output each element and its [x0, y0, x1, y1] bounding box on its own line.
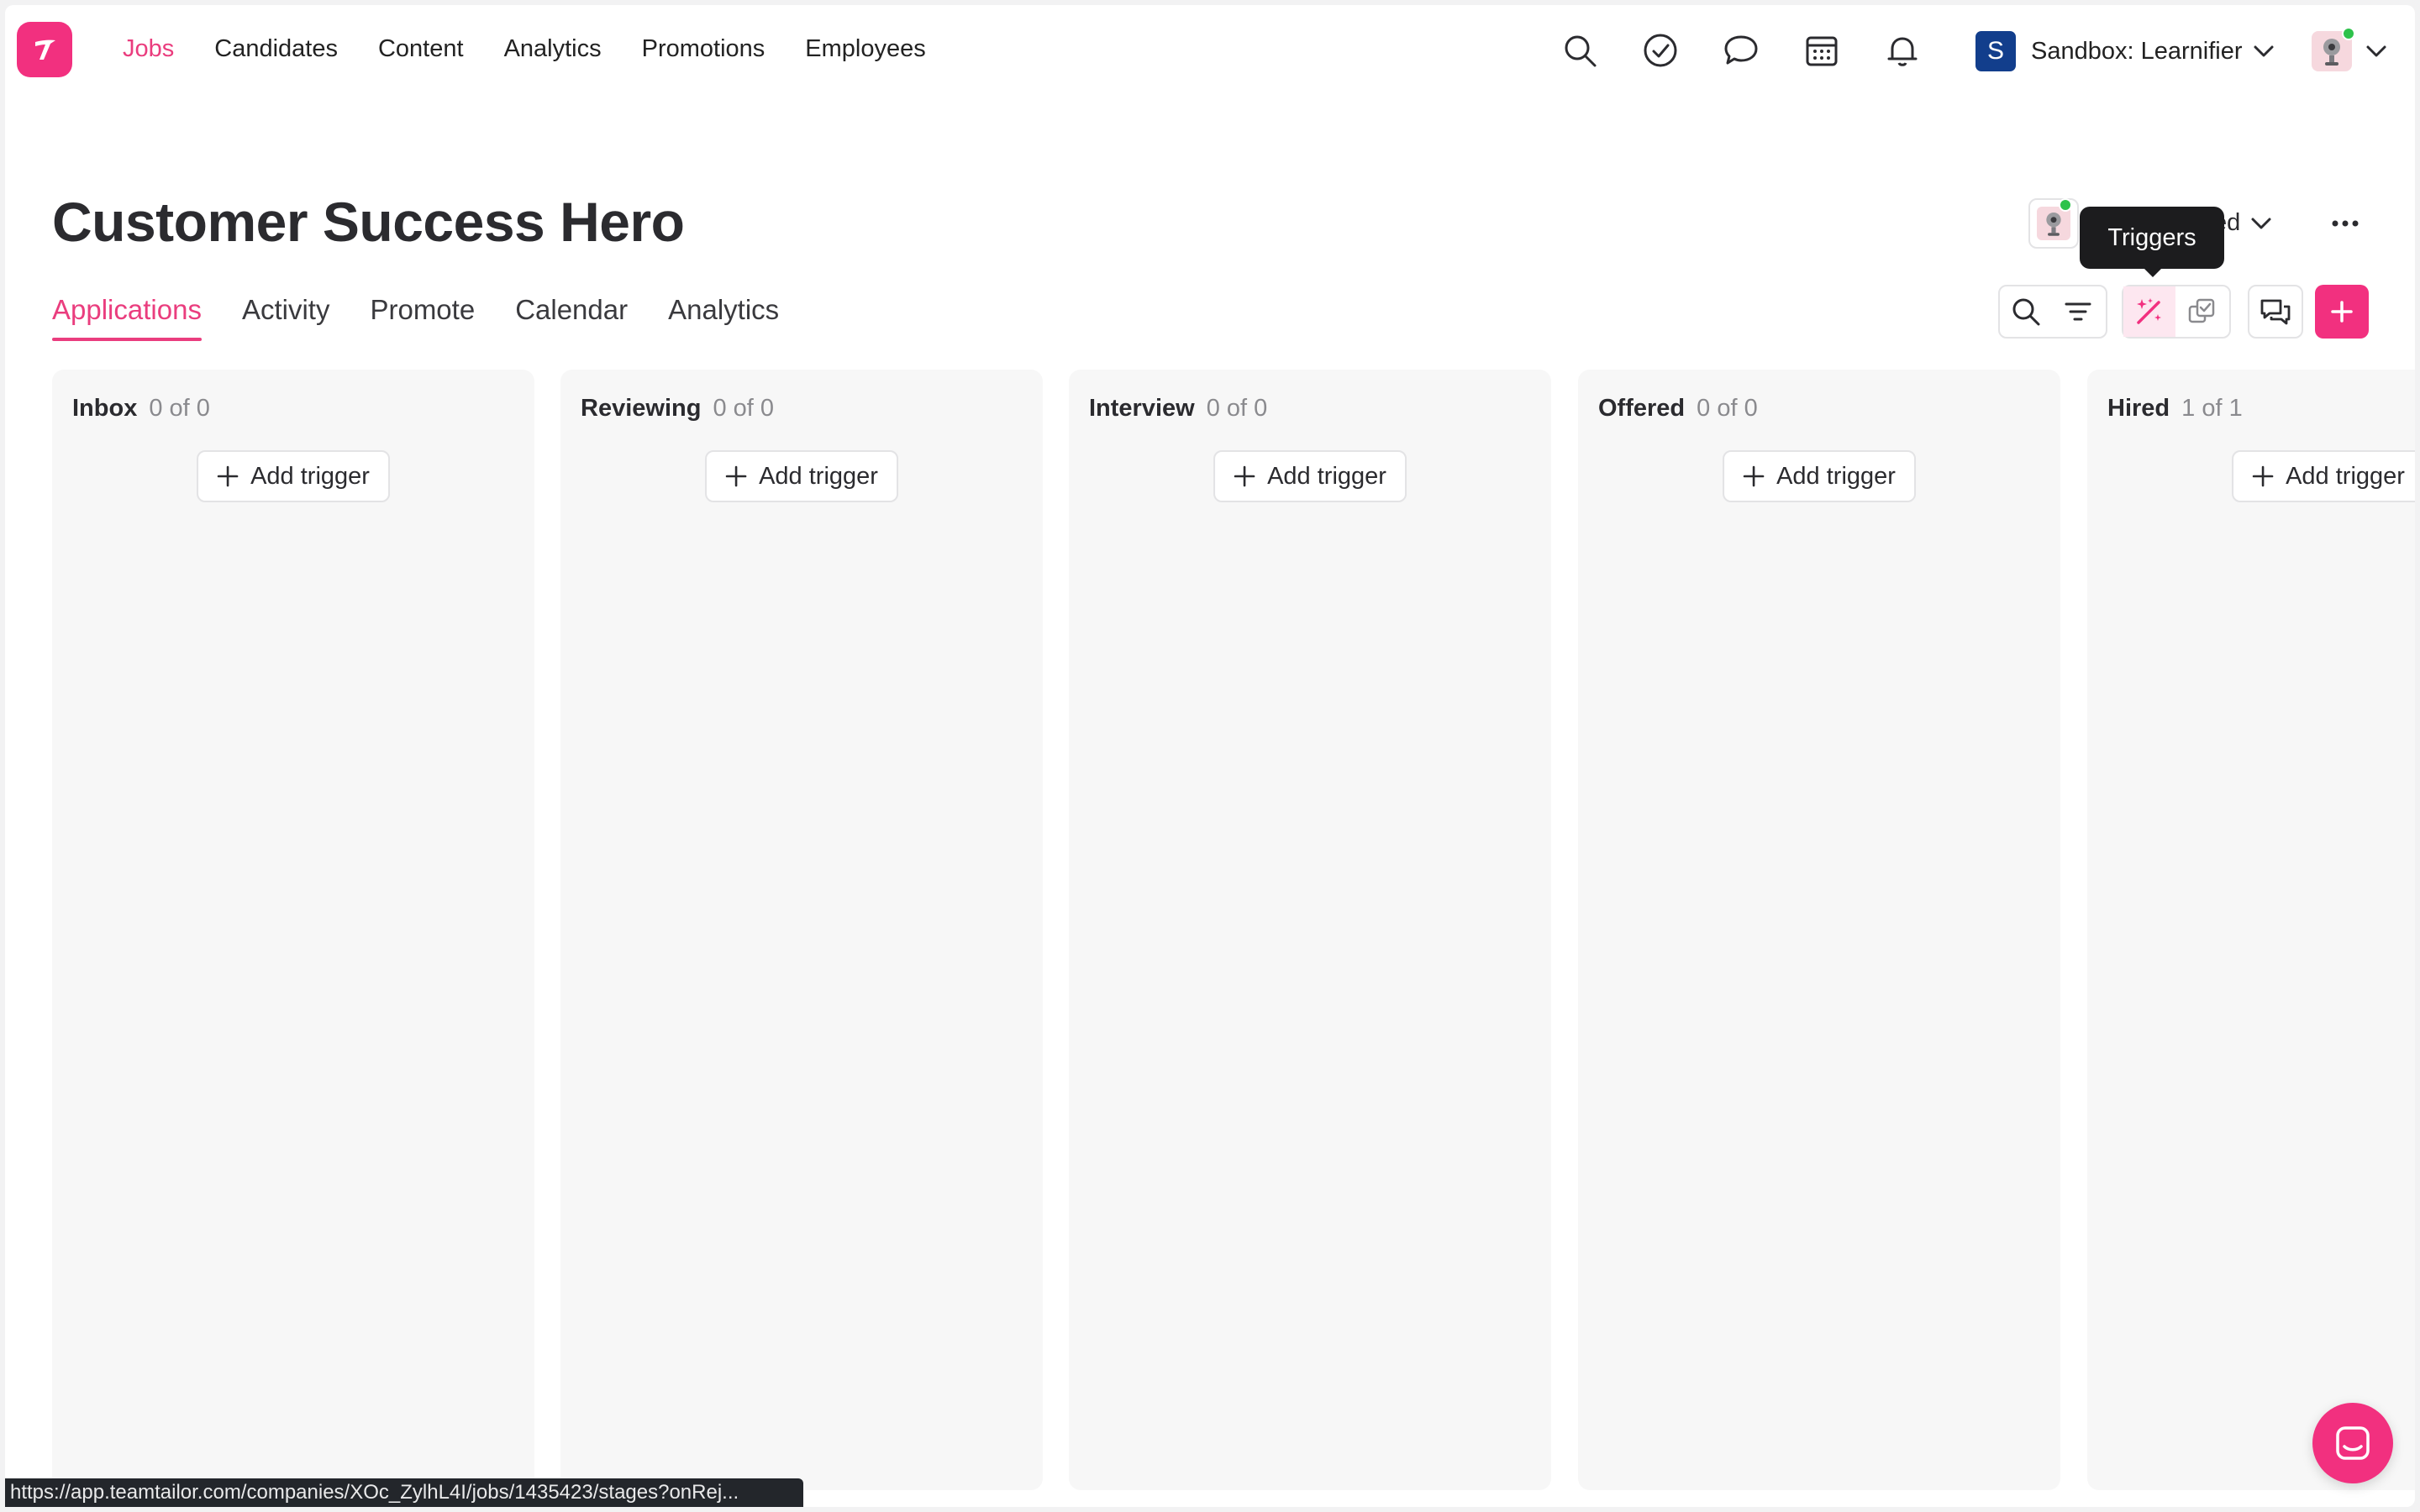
stage-name: Offered [1598, 395, 1686, 422]
ellipsis-icon [2332, 220, 2359, 227]
app-window: Jobs Candidates Content Analytics Promot… [5, 5, 2415, 1507]
stage-name: Reviewing [581, 395, 702, 422]
add-trigger-button[interactable]: Add trigger [1723, 450, 1916, 502]
stage-column-hired: Hired 1 of 1 Add trigger [2087, 370, 2415, 1490]
tab-promote[interactable]: Promote [370, 294, 475, 341]
stage-count: 0 of 0 [149, 395, 210, 422]
add-trigger-label: Add trigger [759, 462, 878, 490]
stage-count: 0 of 0 [1697, 395, 1758, 422]
main-nav: Jobs Candidates Content Analytics Promot… [123, 35, 926, 63]
stage-count: 0 of 0 [713, 395, 774, 422]
add-trigger-label: Add trigger [250, 462, 370, 490]
triggers-button[interactable] [2123, 286, 2175, 337]
online-status-dot [2059, 198, 2072, 212]
triggers-magic-wand-icon [2137, 298, 2161, 324]
job-tabs: Applications Activity Promote Calendar A… [52, 294, 779, 341]
tab-calendar[interactable]: Calendar [515, 294, 628, 341]
add-trigger-label: Add trigger [1776, 462, 1896, 490]
stage-column-interview: Interview 0 of 0 Add trigger [1069, 370, 1551, 1490]
chevron-down-icon [2366, 45, 2386, 57]
support-chat-launcher[interactable] [2312, 1403, 2393, 1483]
tab-applications[interactable]: Applications [52, 294, 202, 341]
search-icon [2012, 298, 2040, 326]
chevron-down-icon [2251, 218, 2271, 228]
robot-avatar-icon [2323, 39, 2340, 66]
bulk-select-button[interactable] [2175, 286, 2228, 337]
stage-column-inbox: Inbox 0 of 0 Add trigger [52, 370, 534, 1490]
chat-group [2248, 285, 2303, 339]
chat-bubbles-icon [2260, 299, 2291, 325]
filter-icon [2065, 302, 2091, 321]
add-trigger-label: Add trigger [2286, 462, 2405, 490]
stage-column-offered: Offered 0 of 0 Add trigger [1578, 370, 2060, 1490]
nav-item-candidates[interactable]: Candidates [214, 35, 338, 63]
more-options-button[interactable] [2324, 207, 2366, 240]
triggers-tooltip: Triggers [2080, 207, 2224, 277]
add-candidate-button[interactable] [2315, 285, 2369, 339]
chevron-down-icon [2254, 45, 2273, 57]
workspace-switcher[interactable]: S Sandbox: Learnifier [1975, 30, 2275, 72]
stage-name: Hired [2107, 395, 2170, 422]
recruiter-avatar[interactable] [2028, 198, 2079, 249]
user-avatar [2312, 27, 2355, 71]
tab-activity[interactable]: Activity [242, 294, 330, 341]
plus-icon [217, 465, 239, 487]
search-icon[interactable] [1560, 30, 1600, 71]
browser-status-url: https://app.teamtailor.com/companies/XOc… [5, 1478, 803, 1507]
online-status-dot [2342, 27, 2355, 40]
nav-item-analytics[interactable]: Analytics [504, 35, 602, 63]
plus-icon [1743, 465, 1765, 487]
stage-column-reviewing: Reviewing 0 of 0 Add trigger [560, 370, 1043, 1490]
nav-item-jobs[interactable]: Jobs [123, 35, 174, 63]
bulk-select-icon [2188, 298, 2215, 323]
filter-button[interactable] [2052, 286, 2104, 337]
triggers-bulk-group [2122, 285, 2231, 339]
top-navigation: Jobs Candidates Content Analytics Promot… [5, 5, 2415, 89]
messages-icon[interactable] [1721, 30, 1761, 71]
page-title: Customer Success Hero [52, 191, 685, 253]
stage-count: 1 of 1 [2181, 395, 2243, 422]
search-filter-group [1998, 285, 2107, 339]
stage-count: 0 of 0 [1206, 395, 1268, 422]
chat-launcher-icon [2336, 1426, 2370, 1460]
conversations-button[interactable] [2249, 286, 2302, 337]
add-trigger-button[interactable]: Add trigger [2232, 450, 2415, 502]
plus-icon [2252, 465, 2274, 487]
workspace-badge: S [1975, 31, 2016, 71]
add-trigger-button[interactable]: Add trigger [705, 450, 898, 502]
search-button[interactable] [2000, 286, 2052, 337]
user-menu[interactable] [2312, 27, 2387, 72]
nav-item-content[interactable]: Content [378, 35, 464, 63]
calendar-icon[interactable] [1802, 30, 1842, 71]
tab-analytics[interactable]: Analytics [668, 294, 779, 341]
nav-item-employees[interactable]: Employees [805, 35, 925, 63]
plus-icon [1234, 465, 1255, 487]
notifications-bell-icon[interactable] [1882, 30, 1923, 71]
todo-check-icon[interactable] [1640, 30, 1681, 71]
nav-item-promotions[interactable]: Promotions [642, 35, 765, 63]
add-trigger-label: Add trigger [1267, 462, 1386, 490]
stage-name: Interview [1089, 395, 1195, 422]
robot-avatar-icon [2046, 213, 2061, 236]
add-icon [2331, 301, 2353, 323]
teamtailor-logo-icon[interactable] [17, 22, 72, 77]
plus-icon [725, 465, 747, 487]
add-trigger-button[interactable]: Add trigger [1213, 450, 1407, 502]
workspace-label: Sandbox: Learnifier [2031, 37, 2243, 65]
stage-name: Inbox [72, 395, 138, 422]
add-trigger-button[interactable]: Add trigger [197, 450, 390, 502]
